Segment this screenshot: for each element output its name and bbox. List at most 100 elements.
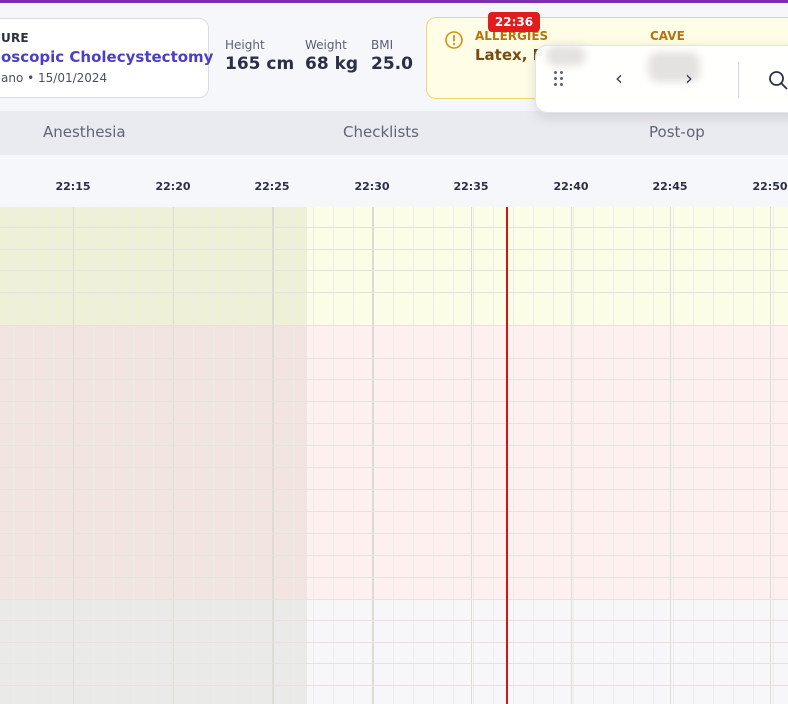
grid-hline: [0, 555, 788, 556]
time-tick: 22:25: [254, 180, 290, 193]
grid-vline: [513, 207, 514, 704]
grid-vline-major: [471, 207, 472, 704]
vital-bmi: BMI 25.0: [371, 38, 413, 74]
vital-height-label: Height: [225, 38, 265, 52]
grid-hline: [0, 685, 788, 686]
grid-vline: [493, 207, 494, 704]
grid-vline: [33, 207, 34, 704]
grid-vline: [153, 207, 154, 704]
blurred-content: [546, 46, 586, 66]
grid-vline: [693, 207, 694, 704]
grid-vline: [53, 207, 54, 704]
time-tick: 22:50: [752, 180, 788, 193]
time-tick: 22:15: [55, 180, 91, 193]
vital-height: Height 165 cm: [225, 38, 294, 74]
grid-hline: [0, 577, 788, 578]
grid-hline: [0, 489, 788, 490]
grid-vline: [713, 207, 714, 704]
grid-hline: [0, 227, 788, 228]
grid-hline: [0, 533, 788, 534]
grid-hline: [0, 423, 788, 424]
grid-vline-major: [272, 207, 273, 704]
current-time-line: [506, 207, 508, 704]
patient-header: URE oscopic Cholecystectomy ano • 15/01/…: [0, 3, 788, 113]
grid-vline: [313, 207, 314, 704]
vital-weight-value: 68 kg: [305, 54, 359, 74]
vital-height-value: 165 cm: [225, 54, 295, 74]
grid-hline: [0, 511, 788, 512]
grid-vline: [533, 207, 534, 704]
time-tick: 22:30: [354, 180, 390, 193]
vital-bmi-label: BMI: [371, 38, 394, 52]
section-tabs: Anesthesia Checklists Post-op: [0, 111, 788, 155]
grid-hline: [0, 642, 788, 643]
grid-vline-major: [770, 207, 771, 704]
grid-vline: [233, 207, 234, 704]
grid-vline: [353, 207, 354, 704]
procedure-card[interactable]: URE oscopic Cholecystectomy ano • 15/01/…: [0, 18, 213, 98]
grid-vline: [673, 207, 674, 704]
tab-post-op[interactable]: Post-op: [649, 123, 705, 141]
grid-vline: [393, 207, 394, 704]
drag-handle-icon[interactable]: [554, 71, 566, 87]
grid-hline: [0, 270, 788, 271]
grid-vline: [213, 207, 214, 704]
grid-vline: [113, 207, 114, 704]
grid-vline: [253, 207, 254, 704]
vital-weight-label: Weight: [305, 38, 347, 52]
current-time-badge: 22:36: [488, 12, 540, 32]
procedure-title: oscopic Cholecystectomy: [1, 48, 214, 66]
grid-vline: [753, 207, 754, 704]
grid-vline: [553, 207, 554, 704]
vital-bmi-value: 25.0: [371, 54, 413, 74]
time-tick: 22:45: [652, 180, 688, 193]
tab-anesthesia[interactable]: Anesthesia: [43, 123, 126, 141]
vital-weight: Weight 68 kg: [305, 38, 358, 74]
grid-vline: [133, 207, 134, 704]
search-icon[interactable]: [768, 70, 788, 90]
time-axis: 22:15 22:20 22:25 22:30 22:35 22:40 22:4…: [0, 155, 788, 207]
previous-button[interactable]: ‹: [609, 66, 629, 90]
toolbar-separator: [738, 62, 739, 98]
grid-vline: [433, 207, 434, 704]
grid-hline: [0, 599, 788, 600]
grid-hline: [0, 379, 788, 380]
grid-vline: [413, 207, 414, 704]
grid-vline: [273, 207, 274, 704]
time-tick: 22:35: [453, 180, 489, 193]
grid-vline: [473, 207, 474, 704]
grid-hline: [0, 620, 788, 621]
procedure-meta: ano • 15/01/2024: [1, 71, 108, 85]
grid-vline: [733, 207, 734, 704]
grid-vline-major: [670, 207, 671, 704]
grid-hline: [0, 249, 788, 250]
timeline-grid[interactable]: [0, 207, 788, 704]
grid-vline: [573, 207, 574, 704]
grid-hline: [0, 445, 788, 446]
grid-vline: [293, 207, 294, 704]
grid-hline: [0, 663, 788, 664]
next-button[interactable]: ›: [679, 66, 699, 90]
grid-vline: [773, 207, 774, 704]
grid-hline: [0, 401, 788, 402]
grid-vline: [93, 207, 94, 704]
grid-vline: [653, 207, 654, 704]
grid-vline: [333, 207, 334, 704]
procedure-label: URE: [1, 31, 29, 45]
time-tick: 22:20: [155, 180, 191, 193]
cave-label: CAVE: [650, 29, 685, 43]
tab-checklists[interactable]: Checklists: [343, 123, 419, 141]
grid-vline: [633, 207, 634, 704]
floating-toolbar[interactable]: ‹ ›: [535, 45, 788, 113]
grid-hline: [0, 467, 788, 468]
grid-vline-major: [73, 207, 74, 704]
grid-vline: [193, 207, 194, 704]
grid-vline-major: [372, 207, 373, 704]
grid-vline-major: [571, 207, 572, 704]
grid-vline: [613, 207, 614, 704]
warning-circle-icon: [445, 31, 463, 49]
grid-vline: [593, 207, 594, 704]
allergies-value: Latex, P: [475, 46, 544, 64]
time-tick: 22:40: [553, 180, 589, 193]
grid-vline: [453, 207, 454, 704]
